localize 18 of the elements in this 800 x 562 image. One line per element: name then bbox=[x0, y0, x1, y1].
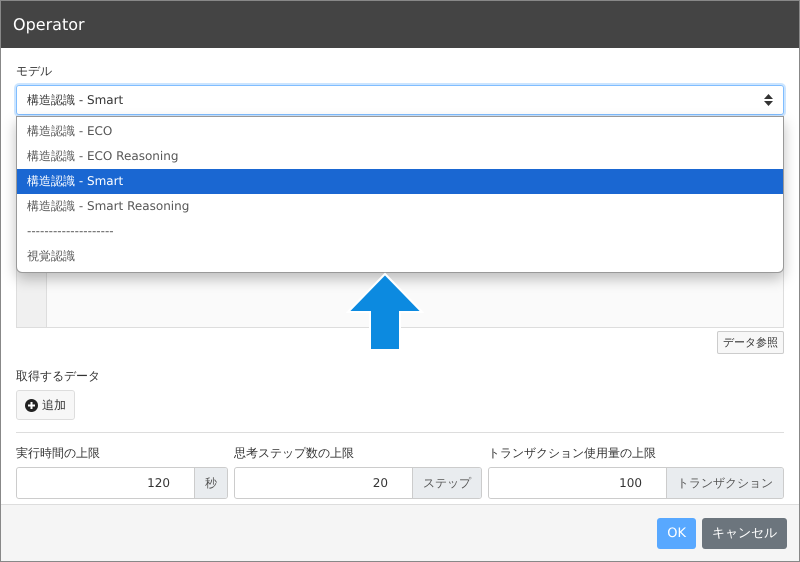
dropdown-option[interactable]: 構造認識 - Smart bbox=[17, 169, 783, 194]
model-select[interactable]: 構造認識 - Smart bbox=[16, 85, 784, 115]
sort-caret-icon bbox=[764, 94, 773, 106]
dropdown-option[interactable]: 視覚認識 bbox=[17, 244, 783, 269]
field-label: モデル bbox=[16, 63, 52, 80]
field-label: 実行時間の上限 bbox=[16, 445, 101, 462]
add-button[interactable]: 追加 bbox=[16, 390, 75, 420]
section-label: 取得するデータ bbox=[16, 368, 100, 385]
dropdown-option[interactable]: -------------------- bbox=[17, 219, 783, 244]
window-title: Operator bbox=[13, 15, 85, 34]
field-label: 思考ステップ数の上限 bbox=[234, 445, 355, 462]
field-label: トランザクション使用量の上限 bbox=[488, 445, 657, 462]
dropdown-option[interactable]: 構造認識 - Smart Reasoning bbox=[17, 194, 783, 219]
plus-circle-icon bbox=[25, 398, 38, 412]
dialog-button[interactable]: キャンセル bbox=[702, 518, 787, 548]
data-reference-button[interactable]: データ参照 bbox=[717, 331, 784, 354]
dropdown-option[interactable]: 構造認識 - ECO Reasoning bbox=[17, 144, 783, 169]
dropdown-option[interactable]: 構造認識 - ECO bbox=[17, 119, 783, 144]
